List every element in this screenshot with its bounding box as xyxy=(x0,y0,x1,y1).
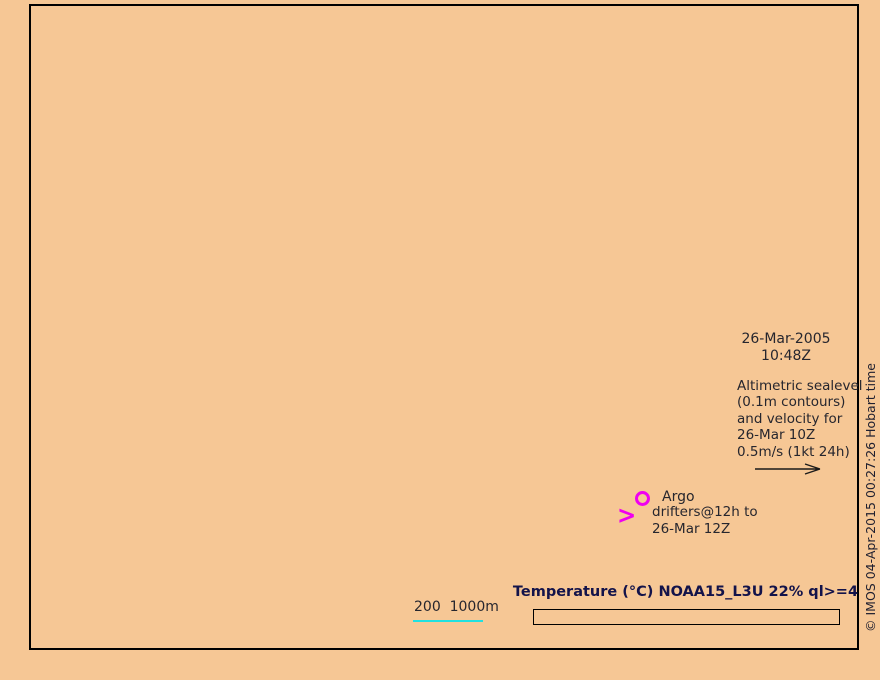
timestamp-annotation: 26-Mar-2005 10:48Z xyxy=(724,331,848,365)
colorbar-title: Temperature (°C) NOAA15_L3U 22% ql>=4 xyxy=(512,584,859,600)
altimetry-line: (0.1m contours) xyxy=(737,394,846,411)
depth-contour-line-sample xyxy=(413,620,483,622)
altimetry-line: 26-Mar 10Z xyxy=(737,427,816,444)
copyright-text: © IMOS 04-Apr-2015 00:27:26 Hobart time xyxy=(863,363,878,632)
sst-map-figure: 26-Mar-2005 10:48Z Altimetric sealevel (… xyxy=(0,0,880,680)
altimetry-line: 0.5m/s (1kt 24h) xyxy=(737,443,850,460)
altimetry-line: Altimetric sealevel xyxy=(737,378,863,394)
drifters-legend: drifters@12h to 26-Mar 12Z xyxy=(652,504,758,538)
velocity-scale-arrow-icon xyxy=(755,463,821,475)
colorbar-gradient xyxy=(533,609,840,625)
altimetry-annotation: Altimetric sealevel (0.1m contours) and … xyxy=(737,378,863,460)
depth-contour-legend: 200 1000m xyxy=(414,599,499,615)
sst-map-canvas xyxy=(31,6,857,648)
drifters-line: 26-Mar 12Z xyxy=(652,521,731,537)
drifters-line: drifters@12h to xyxy=(652,504,758,520)
argo-legend-label: Argo xyxy=(662,489,695,505)
drifter-arrow-icon: > xyxy=(617,501,637,531)
time-text: 10:48Z xyxy=(761,348,811,364)
date-text: 26-Mar-2005 xyxy=(741,331,831,347)
argo-float-icon xyxy=(635,491,650,506)
altimetry-line: and velocity for xyxy=(737,410,843,427)
